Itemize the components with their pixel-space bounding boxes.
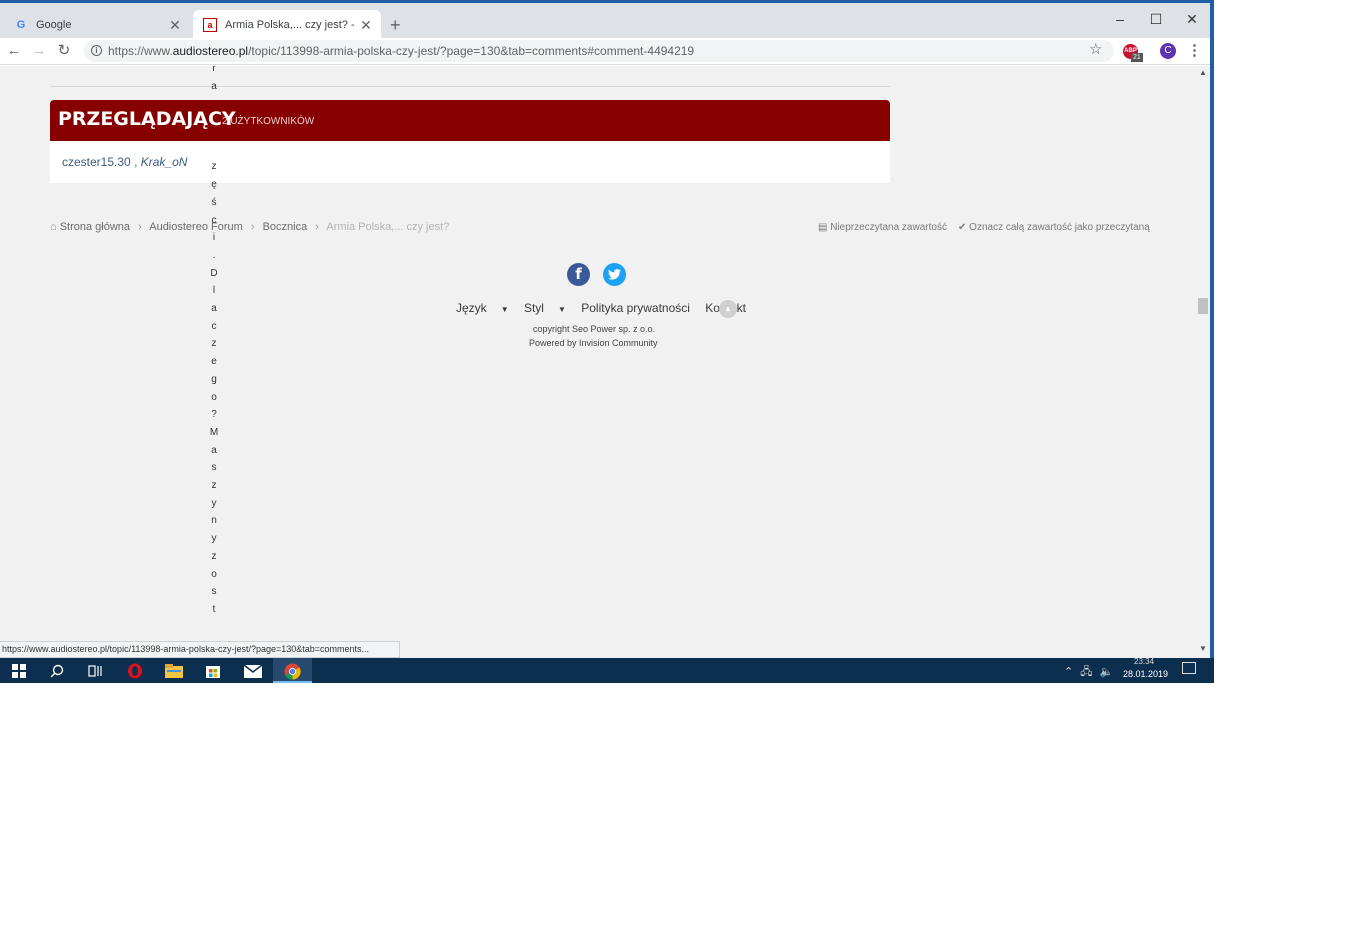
viewers-count: 2 UŻYTKOWNIKÓW <box>222 116 315 127</box>
newspaper-icon: ▤ <box>818 222 828 233</box>
close-icon[interactable]: ✕ <box>166 17 184 34</box>
facebook-icon[interactable]: f <box>567 263 590 286</box>
breadcrumb-forum[interactable]: Audiostereo Forum <box>149 221 243 233</box>
unread-label: Nieprzeczytana zawartość <box>830 222 947 233</box>
address-bar[interactable]: i https://www.audiostereo.pl/topic/11399… <box>84 40 1114 62</box>
forward-button[interactable]: → <box>28 40 50 62</box>
notification-icon[interactable] <box>1182 662 1196 674</box>
overflowing-post-text: r a z ę ś c i . D l a c z e g o ? M a s … <box>208 66 220 619</box>
caret-down-icon: ▼ <box>557 305 566 314</box>
windows-taskbar: ⌃ 🖧 🔈 23:34 28.01.2019 <box>0 657 1214 683</box>
scroll-to-top-icon[interactable]: ▲ <box>719 300 737 318</box>
search-icon[interactable] <box>47 661 67 681</box>
style-label: Styl <box>523 301 544 315</box>
close-window-button[interactable]: ✕ <box>1177 8 1207 30</box>
mark-all-read-link[interactable]: ✔ Oznacz całą zawartość jako przeczytaną <box>958 222 1150 233</box>
chevron-right-icon: › <box>315 221 319 233</box>
viewers-header: PRZEGLĄDAJĄCY 2 UŻYTKOWNIKÓW <box>50 100 890 141</box>
minimize-button[interactable]: – <box>1105 8 1135 30</box>
network-icon[interactable]: 🖧 <box>1080 666 1092 678</box>
breadcrumb-home[interactable]: Strona główna <box>60 221 130 233</box>
viewers-list: czester15.30 , Krak_oN <box>50 141 890 183</box>
extension-badge: 21 <box>1131 53 1143 62</box>
vertical-scrollbar[interactable]: ▲ ▼ <box>1196 66 1210 658</box>
scrollbar-thumb[interactable] <box>1198 298 1208 314</box>
privacy-link[interactable]: Polityka prywatności <box>581 301 690 315</box>
breadcrumb-current: Armia Polska,... czy jest? <box>326 221 450 233</box>
mail-icon[interactable] <box>243 661 263 681</box>
language-menu[interactable]: Język ▼ <box>456 301 509 315</box>
divider <box>50 86 890 87</box>
close-icon[interactable]: ✕ <box>357 17 375 34</box>
browser-toolbar: ← → ↻ i https://www.audiostereo.pl/topic… <box>0 38 1214 65</box>
window-border <box>1210 0 1214 683</box>
info-icon[interactable]: i <box>91 45 102 56</box>
url-prefix: https://www. <box>108 44 173 58</box>
footer-links: Język▼ Styl▼ Polityka prywatności Kontak… <box>456 301 758 315</box>
clock-date[interactable]: 28.01.2019 <box>1123 669 1168 679</box>
profile-avatar[interactable]: C <box>1160 43 1176 59</box>
screen: G Google ✕ a Armia Polska,... czy jest? … <box>0 0 1214 683</box>
tab-google[interactable]: G Google ✕ <box>4 10 190 40</box>
tab-title: Google <box>36 19 72 31</box>
page-viewport: PRZEGLĄDAJĄCY 2 UŻYTKOWNIKÓW czester15.3… <box>0 66 1210 658</box>
caret-down-icon: ▼ <box>500 305 509 314</box>
mark-read-label: Oznacz całą zawartość jako przeczytaną <box>969 222 1150 233</box>
twitter-icon[interactable] <box>603 263 626 286</box>
reload-button[interactable]: ↻ <box>53 40 75 62</box>
scroll-up-icon[interactable]: ▲ <box>1199 68 1207 77</box>
system-tray: ⌃ 🖧 🔈 <box>1064 663 1113 682</box>
new-tab-button[interactable]: + <box>390 15 401 36</box>
powered-by-text: Powered by Invision Community <box>529 338 658 348</box>
site-favicon-icon: a <box>203 18 217 32</box>
windows-start-icon[interactable] <box>9 661 29 681</box>
user-link[interactable]: Krak_oN <box>141 155 188 169</box>
breadcrumb: ⌂ Strona główna › Audiostereo Forum › Bo… <box>50 221 449 233</box>
chrome-icon[interactable] <box>282 661 302 681</box>
url-host: audiostereo.pl <box>172 44 249 58</box>
bookmark-star-icon[interactable]: ☆ <box>1089 40 1102 58</box>
tab-active[interactable]: a Armia Polska,... czy jest? - strona ✕ <box>193 10 381 40</box>
separator: , <box>134 155 138 169</box>
home-icon: ⌂ <box>50 221 57 233</box>
overflow-text-top: r a <box>211 66 217 92</box>
chevron-up-icon[interactable]: ⌃ <box>1064 666 1073 678</box>
maximize-button[interactable]: ☐ <box>1141 8 1171 30</box>
browser-tab-strip: G Google ✕ a Armia Polska,... czy jest? … <box>0 0 1214 40</box>
clock-time[interactable]: 23:34 <box>1134 657 1154 666</box>
opera-icon[interactable] <box>125 661 145 681</box>
scroll-down-icon[interactable]: ▼ <box>1199 644 1207 653</box>
task-view-icon[interactable] <box>85 661 105 681</box>
unread-content-link[interactable]: ▤ Nieprzeczytana zawartość <box>818 222 947 233</box>
google-icon: G <box>16 19 26 31</box>
chevron-right-icon: › <box>138 221 142 233</box>
more-menu-icon[interactable]: ⋮ <box>1187 41 1202 59</box>
chevron-right-icon: › <box>250 221 255 233</box>
check-icon: ✔ <box>958 222 967 233</box>
status-bar-url: https://www.audiostereo.pl/topic/113998-… <box>0 641 400 658</box>
file-explorer-icon[interactable] <box>164 661 184 681</box>
copyright-text: copyright Seo Power sp. z o.o. <box>533 324 656 334</box>
user-link[interactable]: czester15.30 <box>62 155 131 169</box>
language-label: Język <box>456 301 487 315</box>
url-path: /topic/113998-armia-polska-czy-jest/?pag… <box>248 44 695 58</box>
store-icon[interactable] <box>203 661 223 681</box>
breadcrumb-section[interactable]: Bocznica <box>263 221 308 233</box>
style-menu[interactable]: Styl ▼ <box>524 301 566 315</box>
tab-title: Armia Polska,... czy jest? - strona <box>225 19 357 31</box>
volume-icon[interactable]: 🔈 <box>1100 666 1114 678</box>
overflow-text-bottom: z ę ś c i . D l a c z e g o ? M a s z y … <box>209 161 219 615</box>
back-button[interactable]: ← <box>3 40 25 62</box>
